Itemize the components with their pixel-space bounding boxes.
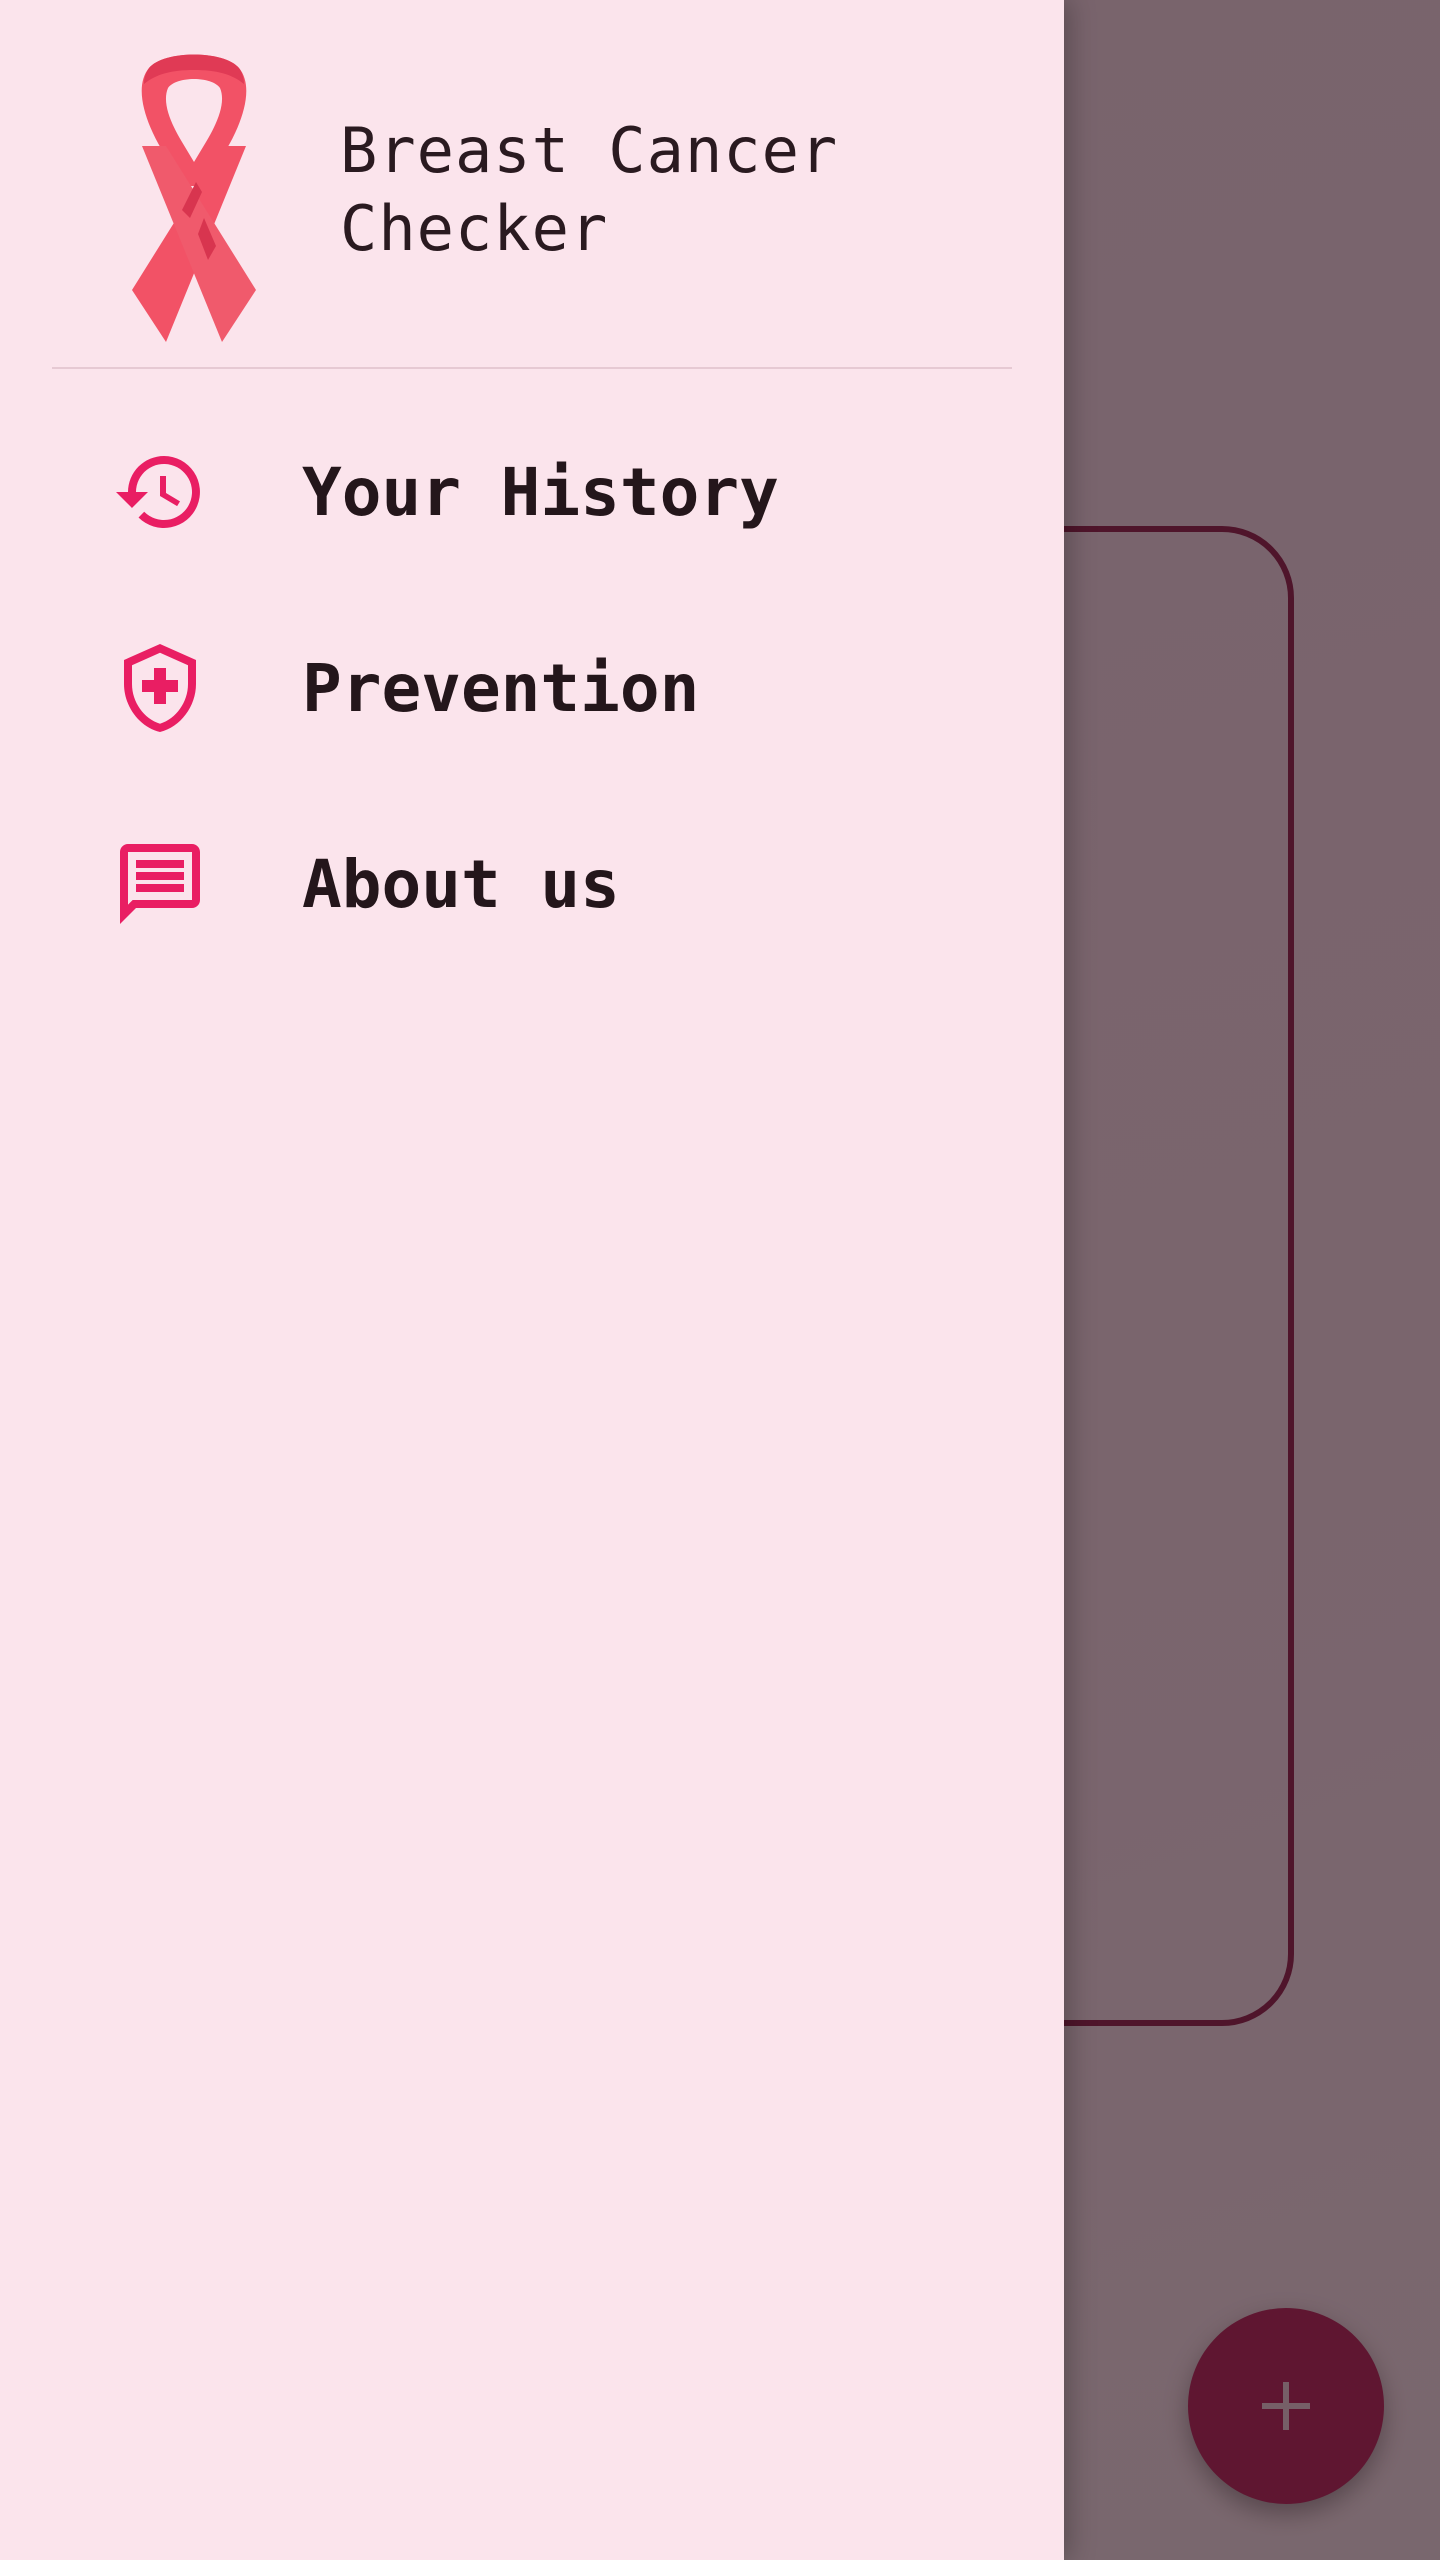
navigation-drawer: Breast Cancer Checker Your History Preve… (0, 0, 1064, 2560)
shield-plus-icon (112, 640, 208, 736)
history-icon (112, 444, 208, 540)
drawer-menu: Your History Prevention About us (0, 394, 1064, 982)
menu-item-your-history[interactable]: Your History (0, 394, 1064, 590)
menu-item-label: Your History (302, 453, 779, 531)
pink-ribbon-icon (132, 54, 256, 342)
menu-item-prevention[interactable]: Prevention (0, 590, 1064, 786)
menu-item-label: Prevention (302, 649, 700, 727)
screen: e Breast Cancer Checker (0, 0, 1440, 2560)
menu-item-label: About us (302, 845, 620, 923)
menu-item-about-us[interactable]: About us (0, 786, 1064, 982)
app-title: Breast Cancer Checker (340, 114, 839, 265)
header-divider (52, 367, 1012, 369)
drawer-header: Breast Cancer Checker (0, 0, 1064, 368)
chat-message-icon (112, 836, 208, 932)
